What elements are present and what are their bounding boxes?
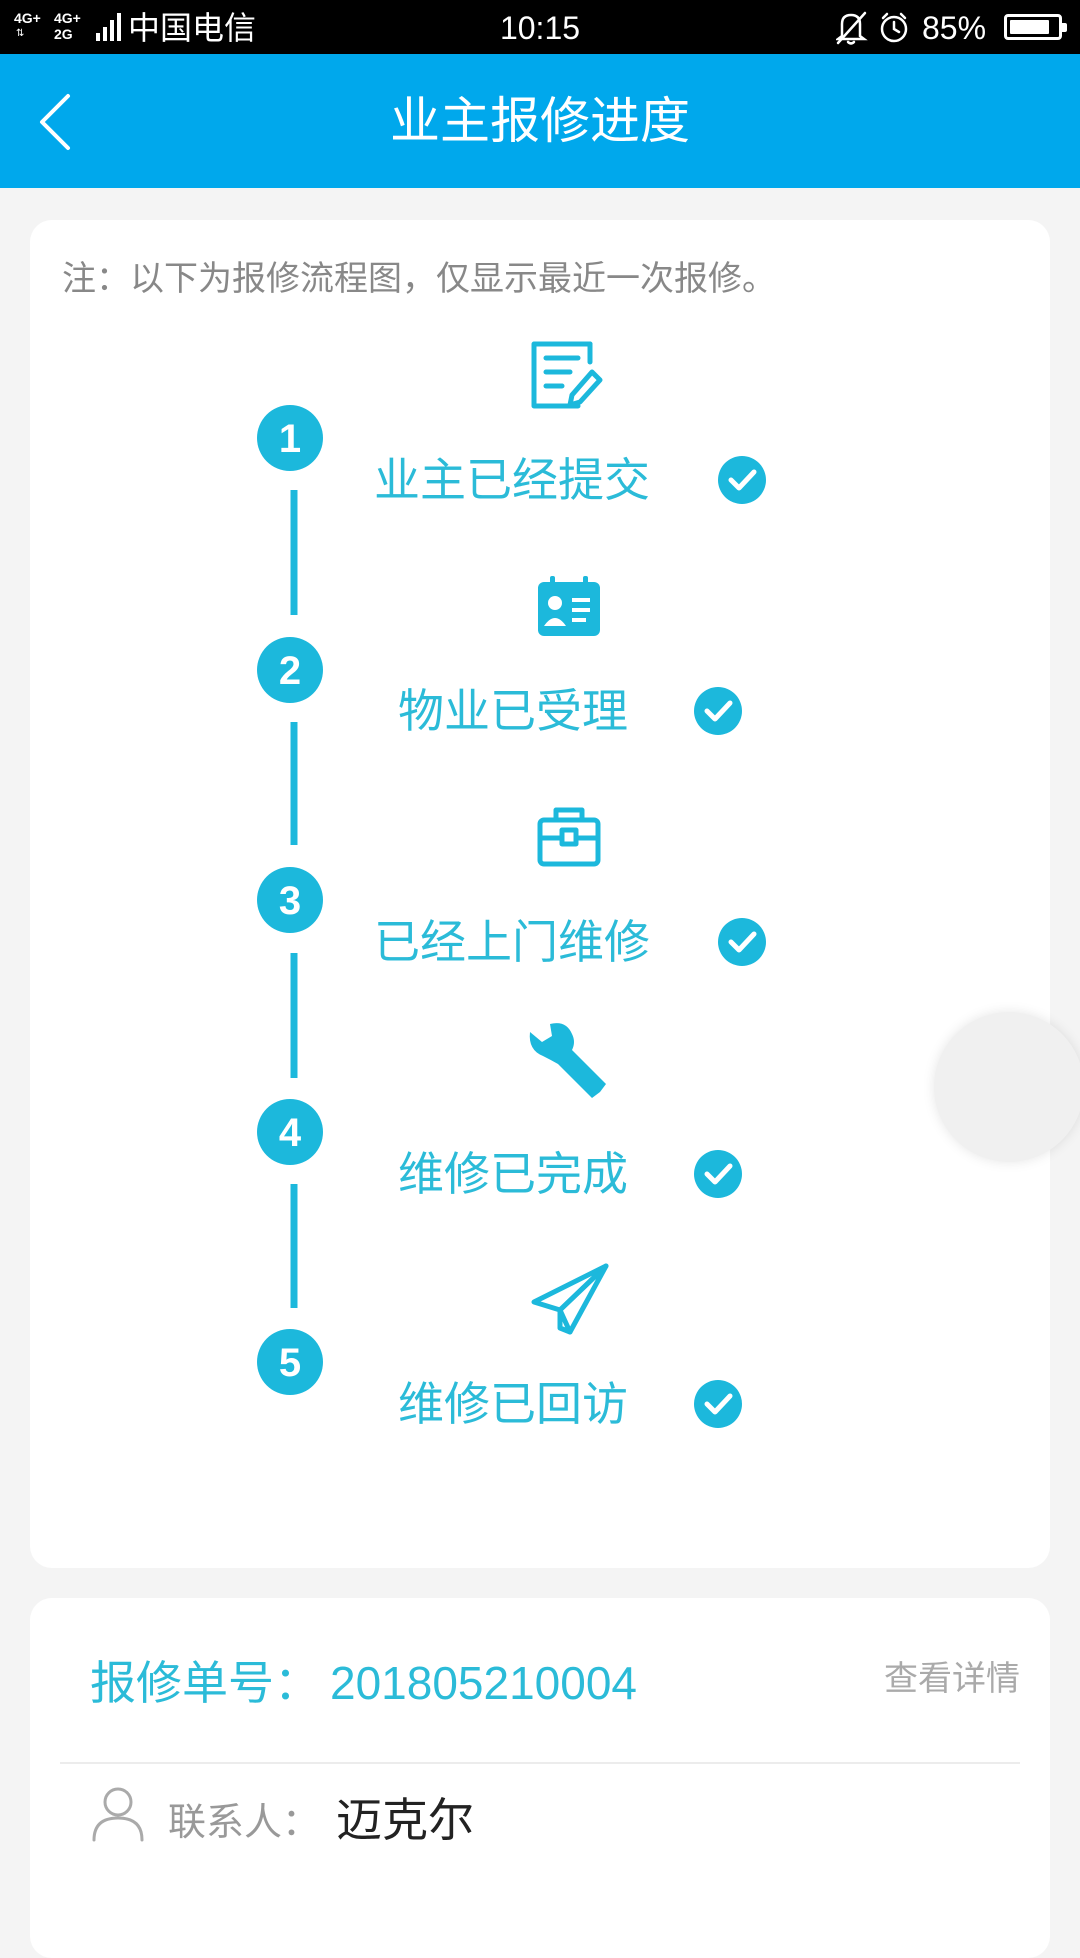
id-card-icon: [538, 576, 600, 636]
page-title: 业主报修进度: [390, 92, 690, 150]
step-label-3: 已经上门维修: [374, 915, 650, 969]
step-number-5: 5: [279, 1341, 301, 1385]
check-circle-icon: [718, 456, 766, 504]
toolbox-icon: [537, 807, 601, 867]
notification-icons: [836, 11, 908, 45]
step-label-5: 维修已回访: [398, 1377, 628, 1431]
order-number-label: 报修单号：: [90, 1656, 320, 1710]
contact-label: 联系人：: [168, 1800, 321, 1844]
mute-bell-icon: [836, 11, 868, 45]
step-label-1: 业主已经提交: [374, 453, 650, 507]
app-header: 业主报修进度: [0, 54, 1080, 188]
step-number-3: 3: [279, 879, 301, 923]
view-detail-link[interactable]: 查看详情: [884, 1654, 1020, 1704]
step-number-4: 4: [279, 1111, 302, 1155]
divider: [60, 1762, 1020, 1764]
contact-name: 迈克尔: [336, 1793, 474, 1847]
step-number-2: 2: [279, 649, 301, 693]
person-icon: [92, 1787, 144, 1842]
wrench-icon: [529, 1023, 606, 1098]
order-number: 201805210004: [330, 1657, 637, 1709]
floating-assist-button[interactable]: [934, 1012, 1080, 1162]
step-label-4: 维修已完成: [398, 1147, 628, 1201]
step-number-badges: 1 2 3 4 5: [257, 405, 323, 1395]
alarm-icon: [880, 12, 908, 43]
step-number-1: 1: [279, 417, 301, 461]
edit-document-icon: [531, 341, 603, 409]
order-card: 报修单号： 201805210004 查看详情 联系人： 迈克尔: [30, 1598, 1050, 1958]
battery-percent: 85%: [922, 10, 987, 46]
progress-timeline: 1 2 3 4 5: [257, 341, 766, 1428]
check-circle-icon: [694, 687, 742, 735]
check-circle-icon: [694, 1380, 742, 1428]
check-circle-icon: [718, 918, 766, 966]
status-bar: 4G+ ⇅ 4G+ 2G 中国电信 10:15 85%: [0, 0, 1080, 54]
check-circles: [694, 456, 766, 1428]
progress-card: 注：以下为报修流程图，仅显示最近一次报修。 1 2 3 4 5 业主已经提交 物…: [30, 220, 1050, 1568]
check-circle-icon: [694, 1150, 742, 1198]
paper-plane-icon: [531, 1263, 609, 1335]
step-label-2: 物业已受理: [398, 684, 628, 738]
clock: 10:15: [499, 10, 581, 46]
battery-icon: [1004, 14, 1067, 40]
battery-fill: [1010, 20, 1049, 34]
